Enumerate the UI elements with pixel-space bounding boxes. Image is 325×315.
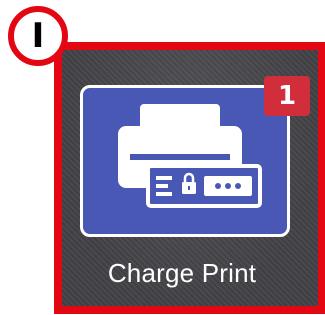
- panel-bar-shape: [156, 176, 172, 180]
- badge-count: 1: [277, 81, 297, 111]
- panel-bar-shape: [156, 184, 168, 188]
- printer-lock-icon: [118, 104, 262, 208]
- password-dot: [215, 183, 221, 189]
- callout-label: I: [31, 16, 45, 56]
- panel-bar-shape: [156, 192, 172, 196]
- callout-marker: I: [8, 6, 68, 66]
- app-label[interactable]: Charge Print: [62, 258, 302, 289]
- notification-badge: 1: [264, 76, 310, 116]
- printer-slot-shape: [130, 154, 230, 160]
- password-dot: [235, 183, 241, 189]
- password-dot: [225, 183, 231, 189]
